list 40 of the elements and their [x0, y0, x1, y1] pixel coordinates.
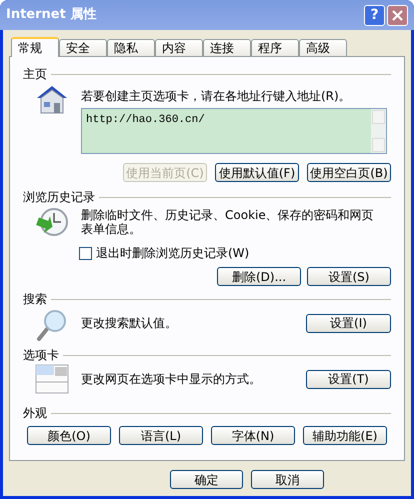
section-heading: 浏览历史记录 — [23, 189, 95, 206]
close-button[interactable] — [387, 4, 408, 26]
tabbed-window-icon — [35, 364, 69, 394]
dialog-button[interactable]: 使用默认值(F) — [215, 163, 299, 182]
window-title: Internet 属性 — [6, 6, 98, 24]
dialog-button[interactable]: 颜色(O) — [27, 426, 111, 445]
checkbox[interactable] — [79, 246, 92, 260]
house-icon — [35, 83, 69, 115]
section-heading: 主页 — [23, 66, 47, 83]
tab[interactable]: 程序 — [251, 39, 299, 56]
section-description: 更改网页在选项卡中显示的方式。 — [81, 371, 262, 388]
section-description: 删除临时文件、历史记录、Cookie、保存的密码和网页表单信息。 — [81, 207, 375, 238]
clock-icon — [35, 206, 69, 238]
dialog-button[interactable]: 确定 — [170, 470, 243, 489]
tab[interactable]: 高级 — [299, 39, 347, 56]
tab[interactable]: 常规 — [11, 37, 59, 57]
tab[interactable]: 连接 — [203, 39, 251, 56]
dialog-button[interactable]: 使用空白页(B) — [307, 163, 391, 182]
dialog-button[interactable]: 设置(S) — [307, 267, 391, 286]
section-description: 若要创建主页选项卡，请在各地址行键入地址(R)。 — [81, 88, 352, 105]
dialog-button[interactable]: 设置(I) — [306, 314, 391, 332]
tab[interactable]: 内容 — [155, 39, 203, 56]
section-heading: 搜索 — [23, 291, 47, 308]
dialog-button[interactable]: 辅助功能(E) — [303, 426, 387, 445]
magnifier-icon — [35, 308, 69, 342]
tab[interactable]: 安全 — [59, 39, 107, 56]
scroll-bar[interactable] — [371, 109, 386, 153]
dialog-button[interactable]: 设置(T) — [306, 370, 391, 388]
section-description: 更改搜索默认值。 — [81, 315, 178, 332]
dialog-button[interactable]: 语言(L) — [119, 426, 203, 445]
section-heading: 外观 — [23, 405, 47, 422]
address-field[interactable]: http://hao.360.cn/ — [81, 108, 387, 154]
close-icon — [392, 10, 403, 20]
section-heading: 选项卡 — [23, 347, 59, 364]
dialog-button[interactable]: 取消 — [251, 470, 324, 489]
help-button[interactable]: ? — [364, 4, 385, 26]
checkbox-row[interactable]: 退出时删除浏览历史记录(W) — [23, 244, 391, 262]
dialog-button[interactable]: 删除(D)... — [217, 267, 301, 286]
dialog-button[interactable]: 字体(N) — [211, 426, 295, 445]
tab[interactable]: 隐私 — [107, 39, 155, 56]
